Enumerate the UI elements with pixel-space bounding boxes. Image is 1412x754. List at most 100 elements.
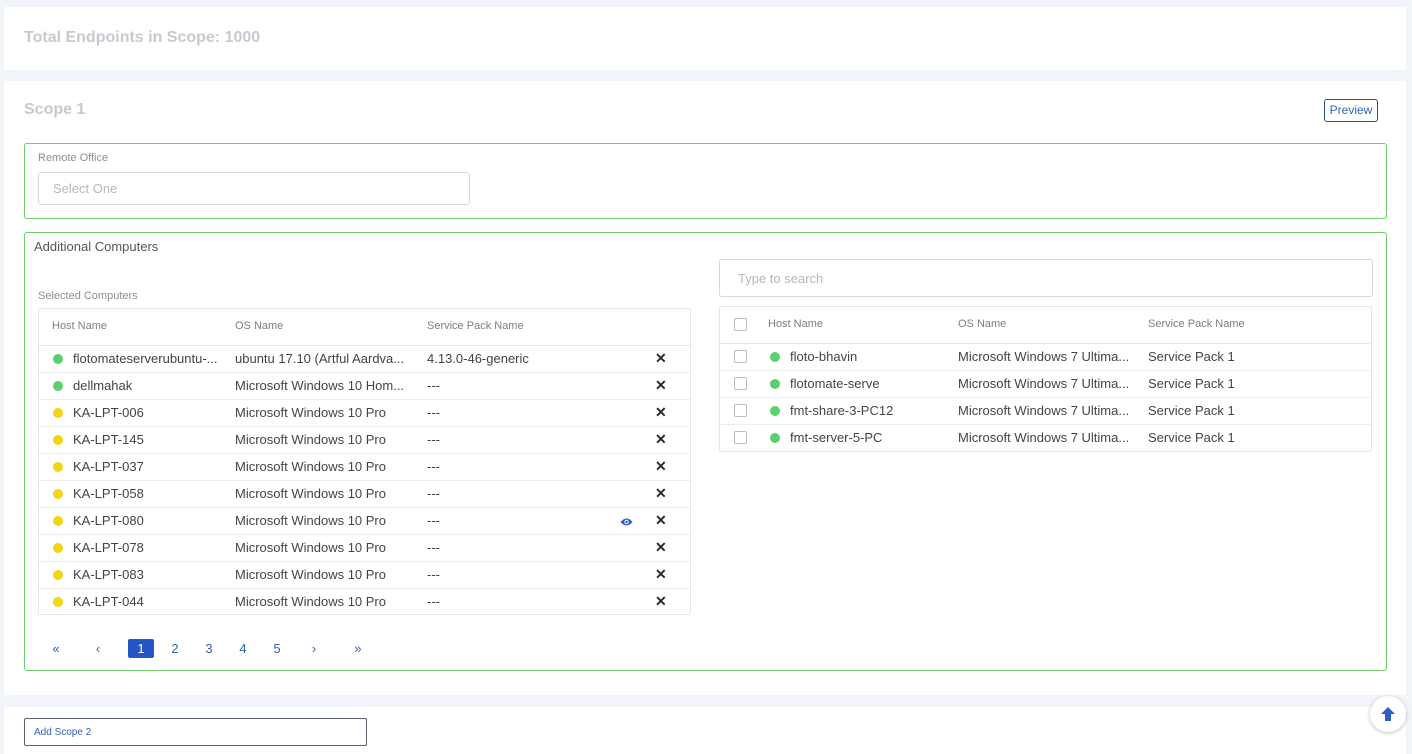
- page-4-button[interactable]: 4: [235, 639, 251, 658]
- host-name-cell: KA-LPT-083: [73, 567, 144, 582]
- os-name-cell: Microsoft Windows 10 Pro: [235, 459, 386, 474]
- close-icon[interactable]: ✕: [655, 458, 667, 475]
- host-name-cell: KA-LPT-058: [73, 486, 144, 501]
- host-name-cell: flotomate-serve: [790, 376, 880, 391]
- service-pack-cell: ---: [427, 540, 440, 555]
- col-host-name: Host Name: [52, 320, 108, 332]
- close-icon[interactable]: ✕: [655, 404, 667, 421]
- add-scope-panel: Add Scope 2: [4, 707, 1406, 754]
- col-os-name: OS Name: [235, 320, 284, 332]
- service-pack-cell: ---: [427, 486, 440, 501]
- close-icon[interactable]: ✕: [655, 431, 667, 448]
- table-row: KA-LPT-078 Microsoft Windows 10 Pro --- ✕: [39, 535, 690, 562]
- page-1-button[interactable]: 1: [128, 639, 154, 658]
- host-name-cell: KA-LPT-145: [73, 432, 144, 447]
- host-name-cell: fmt-share-3-PC12: [790, 403, 894, 418]
- row-checkbox[interactable]: [734, 377, 747, 390]
- table-row: KA-LPT-006 Microsoft Windows 10 Pro --- ✕: [39, 400, 690, 427]
- additional-computers-title: Additional Computers: [34, 239, 159, 254]
- service-pack-cell: Service Pack 1: [1148, 349, 1235, 364]
- page-3-button[interactable]: 3: [201, 639, 217, 658]
- service-pack-cell: ---: [427, 513, 440, 528]
- host-name-cell: KA-LPT-006: [73, 405, 144, 420]
- table-row[interactable]: fmt-share-3-PC12 Microsoft Windows 7 Ulti…: [720, 398, 1371, 425]
- os-name-cell: Microsoft Windows 7 Ultima...: [958, 376, 1130, 391]
- os-name-cell: Microsoft Windows 10 Pro: [235, 432, 386, 447]
- host-name-cell: KA-LPT-080: [73, 513, 144, 528]
- first-page-button[interactable]: «: [48, 639, 64, 658]
- selected-computers-label: Selected Computers: [38, 290, 138, 302]
- close-icon[interactable]: ✕: [655, 566, 667, 583]
- table-row[interactable]: fmt-server-5-PC Microsoft Windows 7 Ultim…: [720, 425, 1371, 451]
- close-icon[interactable]: ✕: [655, 539, 667, 556]
- os-name-cell: Microsoft Windows 10 Pro: [235, 594, 386, 609]
- row-checkbox[interactable]: [734, 404, 747, 417]
- service-pack-cell: ---: [427, 567, 440, 582]
- selected-computers-table: Host Name OS Name Service Pack Name flot…: [38, 308, 691, 615]
- summary-panel: Total Endpoints in Scope: 1000: [4, 7, 1406, 70]
- eye-icon[interactable]: [620, 515, 633, 530]
- table-row: KA-LPT-145 Microsoft Windows 10 Pro --- ✕: [39, 427, 690, 454]
- status-dot: [53, 516, 63, 526]
- service-pack-cell: Service Pack 1: [1148, 403, 1235, 418]
- remote-office-select[interactable]: Select One: [38, 172, 470, 205]
- host-name-cell: KA-LPT-037: [73, 459, 144, 474]
- os-name-cell: Microsoft Windows 10 Pro: [235, 513, 386, 528]
- remote-office-label: Remote Office: [38, 152, 109, 164]
- next-page-button[interactable]: ›: [306, 639, 322, 658]
- table-row: KA-LPT-058 Microsoft Windows 10 Pro --- ✕: [39, 481, 690, 508]
- page-2-button[interactable]: 2: [167, 639, 183, 658]
- scope-title: Scope 1: [24, 101, 86, 118]
- host-name-cell: KA-LPT-044: [73, 594, 144, 609]
- row-checkbox[interactable]: [734, 350, 747, 363]
- status-dot: [53, 597, 63, 607]
- remote-office-placeholder: Select One: [53, 181, 118, 196]
- add-scope-button[interactable]: Add Scope 2: [24, 718, 367, 746]
- search-placeholder: Type to search: [738, 270, 824, 286]
- os-name-cell: ubuntu 17.10 (Artful Aardva...: [235, 351, 405, 366]
- service-pack-cell: Service Pack 1: [1148, 430, 1235, 445]
- status-dot: [53, 381, 63, 391]
- scope-panel: Scope 1 Preview Remote Office Select One…: [4, 81, 1406, 695]
- os-name-cell: Microsoft Windows 7 Ultima...: [958, 349, 1130, 364]
- os-name-cell: Microsoft Windows 7 Ultima...: [958, 430, 1130, 445]
- status-dot: [53, 462, 63, 472]
- status-dot: [53, 435, 63, 445]
- table-row: KA-LPT-080 Microsoft Windows 10 Pro --- ✕: [39, 508, 690, 535]
- available-table-body: floto-bhavin Microsoft Windows 7 Ultima..…: [720, 344, 1371, 451]
- close-icon[interactable]: ✕: [655, 593, 667, 610]
- os-name-cell: Microsoft Windows 10 Pro: [235, 540, 386, 555]
- status-dot: [53, 354, 63, 364]
- col-host-name: Host Name: [768, 318, 824, 330]
- computer-search-input[interactable]: Type to search: [719, 259, 1373, 297]
- available-table-header: Host Name OS Name Service Pack Name: [720, 307, 1371, 344]
- close-icon[interactable]: ✕: [655, 350, 667, 367]
- table-row: KA-LPT-044 Microsoft Windows 10 Pro --- ✕: [39, 589, 690, 615]
- col-service-pack: Service Pack Name: [427, 320, 524, 332]
- status-dot: [770, 433, 780, 443]
- table-row[interactable]: flotomate-serve Microsoft Windows 7 Ultim…: [720, 371, 1371, 398]
- close-icon[interactable]: ✕: [655, 512, 667, 529]
- scroll-top-button[interactable]: [1370, 696, 1406, 732]
- page-5-button[interactable]: 5: [269, 639, 285, 658]
- table-row[interactable]: floto-bhavin Microsoft Windows 7 Ultima..…: [720, 344, 1371, 371]
- remote-office-section: Remote Office Select One: [24, 143, 1387, 219]
- service-pack-cell: ---: [427, 432, 440, 447]
- select-all-checkbox[interactable]: [734, 318, 747, 331]
- table-row: flotomateserverubuntu-... ubuntu 17.10 (A…: [39, 346, 690, 373]
- host-name-cell: dellmahak: [73, 378, 133, 393]
- last-page-button[interactable]: »: [350, 639, 366, 658]
- table-row: KA-LPT-083 Microsoft Windows 10 Pro --- ✕: [39, 562, 690, 589]
- prev-page-button[interactable]: ‹: [90, 639, 106, 658]
- preview-button[interactable]: Preview: [1324, 99, 1378, 122]
- close-icon[interactable]: ✕: [655, 377, 667, 394]
- service-pack-cell: 4.13.0-46-generic: [427, 351, 529, 366]
- host-name-cell: KA-LPT-078: [73, 540, 144, 555]
- close-icon[interactable]: ✕: [655, 485, 667, 502]
- service-pack-cell: Service Pack 1: [1148, 376, 1235, 391]
- table-row: KA-LPT-037 Microsoft Windows 10 Pro --- ✕: [39, 454, 690, 481]
- status-dot: [770, 406, 780, 416]
- table-row: dellmahak Microsoft Windows 10 Hom... --- ✕: [39, 373, 690, 400]
- selected-table-body: flotomateserverubuntu-... ubuntu 17.10 (A…: [39, 346, 690, 615]
- row-checkbox[interactable]: [734, 431, 747, 444]
